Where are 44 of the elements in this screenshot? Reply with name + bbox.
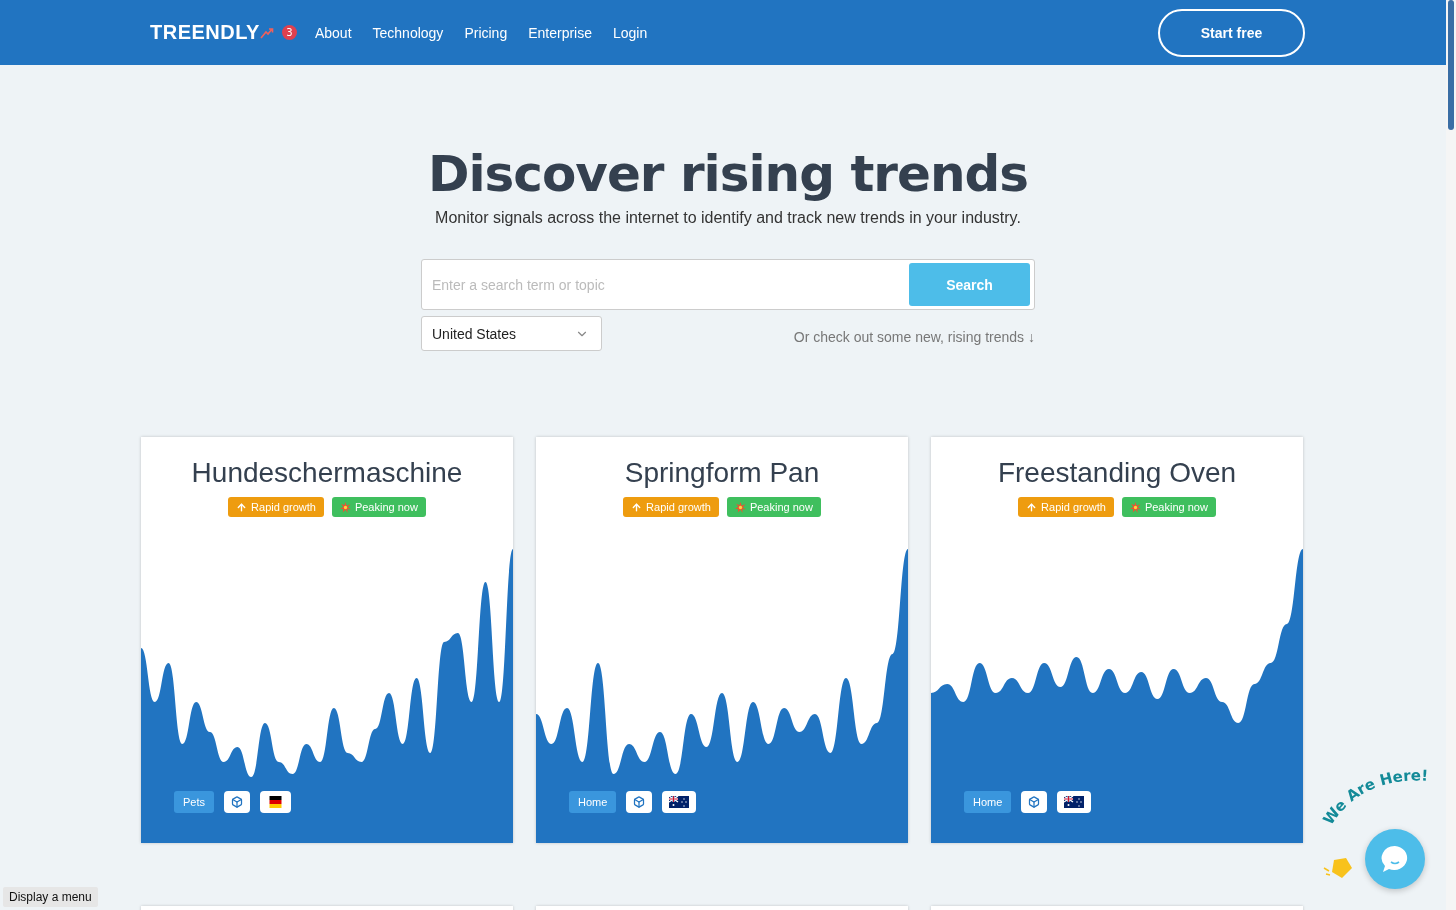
trend-card[interactable]: Freestanding Oven Rapid growth Peaking now Home xyxy=(931,437,1303,843)
arrow-up-icon xyxy=(236,501,248,513)
trends-hint: Or check out some new, rising trends ↓ xyxy=(793,328,1035,345)
hero-title: Discover rising trends xyxy=(427,145,1029,203)
scrollbar[interactable] xyxy=(1446,0,1456,910)
chat-label: We Are Here! xyxy=(1317,760,1452,830)
nav-link[interactable]: Enterprise xyxy=(528,24,592,41)
arrow-up-icon xyxy=(1026,501,1038,513)
flag-icon xyxy=(669,796,690,808)
nav-link[interactable]: Login xyxy=(613,24,648,41)
trend-card[interactable]: Springform Pan Rapid growth Peaking now Home xyxy=(536,437,908,843)
nav-link[interactable]: Pricing xyxy=(464,24,508,41)
cube-icon xyxy=(231,796,243,808)
burst-icon xyxy=(1129,501,1141,513)
logo[interactable]: TREENDLY xyxy=(150,21,260,44)
burst-icon xyxy=(734,501,746,513)
speech-bubble-icon xyxy=(1380,844,1410,874)
flag-icon xyxy=(1064,796,1085,808)
trend-tag: Rapid growth xyxy=(1018,497,1114,517)
trend-arrow-icon xyxy=(259,26,274,39)
card-title: Hundeschermaschine xyxy=(191,457,463,489)
category-tag[interactable]: Home xyxy=(964,791,1012,813)
cube-icon xyxy=(1028,796,1041,808)
trend-tag: Peaking now xyxy=(331,497,426,517)
cube-icon xyxy=(633,796,646,808)
trend-card[interactable]: Hundeschermaschine Rapid growth Peaking now Pets xyxy=(141,437,513,843)
trend-tag: Peaking now xyxy=(726,497,821,517)
start-free-button[interactable]: Start free xyxy=(1158,8,1305,57)
notification-badge: 3 xyxy=(281,25,297,40)
trend-tag: Rapid growth xyxy=(228,497,324,517)
trend-tag: Peaking now xyxy=(1121,497,1216,517)
burst-icon xyxy=(339,501,351,513)
card-title: Freestanding Oven xyxy=(997,457,1237,489)
category-tag[interactable]: Home xyxy=(569,791,617,813)
country-select[interactable]: United States xyxy=(421,316,602,351)
nav-link[interactable]: Technology xyxy=(372,24,444,41)
card-title: Springform Pan xyxy=(624,457,820,489)
nav-link[interactable]: About xyxy=(314,24,352,41)
hero-subtitle: Monitor signals across the internet to identify and track new trends in your industry. xyxy=(435,209,1021,227)
arrow-up-icon xyxy=(631,501,643,513)
menu-tooltip: Display a menu xyxy=(3,887,98,907)
category-tag[interactable]: Pets xyxy=(174,791,214,813)
trend-tag: Rapid growth xyxy=(623,497,719,517)
flag-icon xyxy=(267,796,284,808)
